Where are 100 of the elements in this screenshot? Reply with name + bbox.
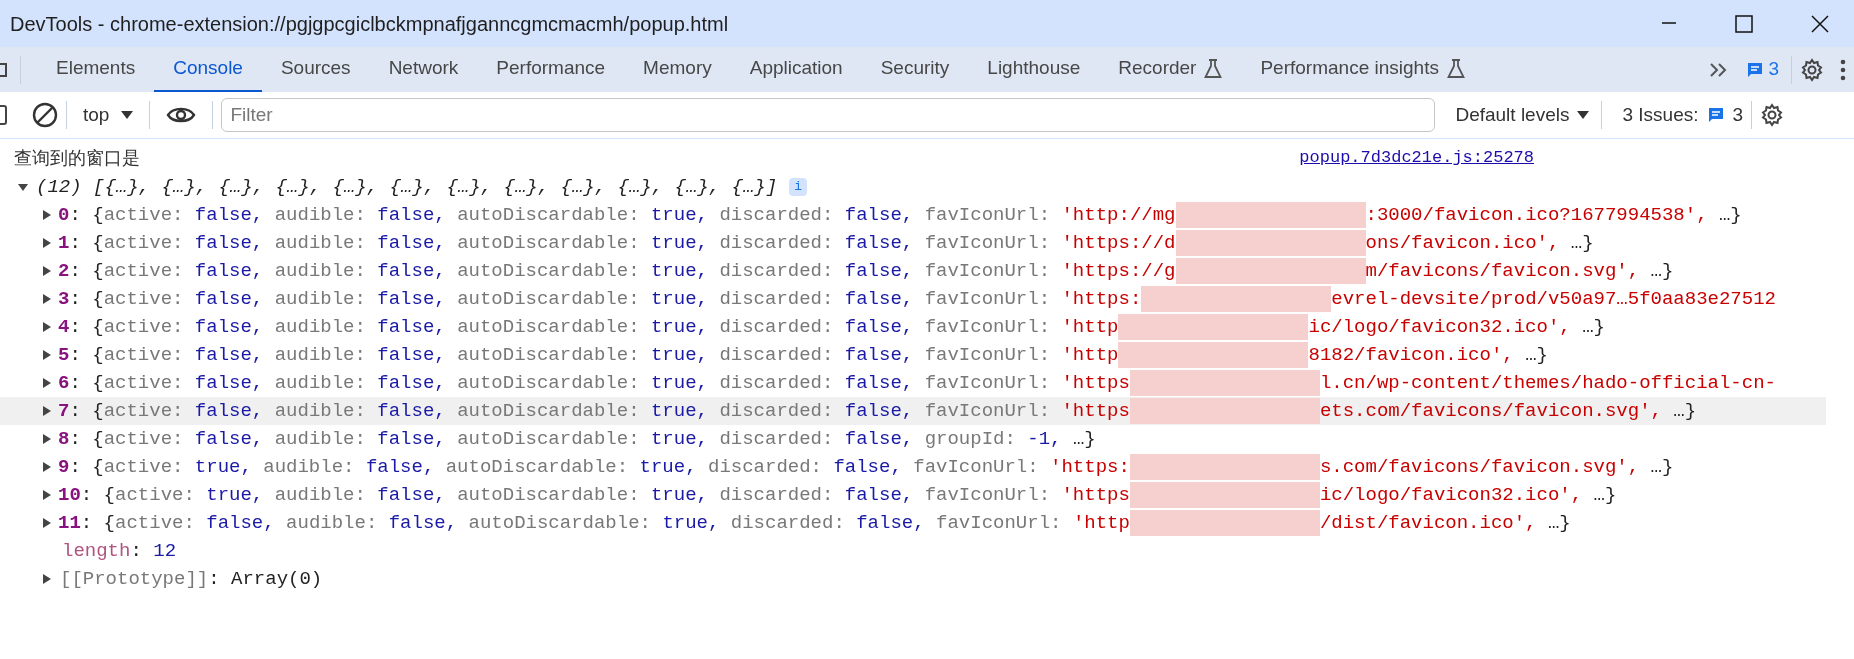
expand-arrow-icon[interactable] — [42, 350, 52, 360]
property-key: autoDiscardable: — [468, 509, 663, 537]
panel-tab[interactable]: Performance insights — [1241, 47, 1484, 92]
panel-tab[interactable]: Sources — [261, 47, 370, 92]
property-key: discarded: — [719, 201, 845, 229]
property-value: false, — [844, 203, 915, 228]
object-row[interactable]: 3: {active: false, audible: false, autoDiscardable: true, discarded: false, favIconUrl: 'https: evrel-devsite/prod/v50a97…5f0aa83e27512 — [0, 285, 1854, 313]
property-value: 'https — [1061, 399, 1130, 424]
property-key: audible: — [274, 201, 378, 229]
log-levels-dropdown[interactable]: Default levels — [1451, 100, 1594, 130]
object-row[interactable]: 9: {active: true, audible: false, autoDiscardable: true, discarded: false, favIconUrl: 'https: s.com/favicons/favicon.svg', …} — [0, 453, 1854, 481]
property-value: true, — [650, 343, 709, 368]
expand-arrow-icon[interactable] — [42, 238, 52, 248]
property-key: discarded: — [719, 229, 845, 257]
property-value: 'http://mg — [1061, 203, 1176, 228]
expand-arrow-icon[interactable] — [42, 518, 52, 528]
property-key: audible: — [274, 425, 378, 453]
property-value: false, — [844, 343, 915, 368]
object-row[interactable]: 5: {active: false, audible: false, autoDiscardable: true, discarded: false, favIconUrl: 'http 8182/favicon.ico', …} — [0, 341, 1854, 369]
object-row[interactable]: 2: {active: false, audible: false, autoDiscardable: true, discarded: false, favIconUrl: 'https://g m/favicons/favicon.svg', …} — [0, 257, 1854, 285]
property-key: favIconUrl: — [924, 285, 1062, 313]
panel-tab[interactable]: Network — [369, 47, 478, 92]
filter-field[interactable]: Filter — [221, 98, 1436, 132]
object-row[interactable]: 8: {active: false, audible: false, autoDiscardable: true, discarded: false, groupId: -1, …} — [0, 425, 1854, 453]
punctuation: : { — [69, 287, 104, 312]
issues-button[interactable]: 3 Issues: 3 — [1622, 100, 1744, 130]
expand-arrow-icon[interactable] — [42, 210, 52, 220]
object-row[interactable]: 0: {active: false, audible: false, autoDiscardable: true, discarded: false, favIconUrl: 'http://mg :3000/favicon.ico?1677994538', …} — [0, 201, 1854, 229]
punctuation: …} — [1072, 427, 1096, 452]
property-value: :3000/favicon.ico?1677994538', — [1365, 203, 1709, 228]
property-index: 1 — [58, 231, 70, 256]
expand-arrow-icon[interactable] — [42, 574, 52, 584]
object-row[interactable]: 7: {active: false, audible: false, autoDiscardable: true, discarded: false, favIconUrl: 'https ets.com/favicons/favicon.svg', …} — [0, 397, 1826, 425]
property-value: true, — [650, 259, 709, 284]
clear-icon[interactable] — [32, 102, 58, 128]
property-value: false, — [377, 203, 447, 228]
panel-tab[interactable]: Performance — [477, 47, 625, 92]
object-row[interactable]: 6: {active: false, audible: false, autoDiscardable: true, discarded: false, favIconUrl: 'https l.cn/wp-content/themes/hado-official-cn- — [0, 369, 1854, 397]
expand-arrow-icon[interactable] — [18, 182, 28, 192]
expand-arrow-icon[interactable] — [42, 462, 52, 472]
property-value: false, — [844, 483, 915, 508]
panel-tab[interactable]: Lighthouse — [968, 47, 1100, 92]
source-link[interactable]: popup.7d3dc21e.js:25278 — [1299, 144, 1534, 172]
panel-tab[interactable]: Application — [730, 47, 862, 92]
object-row[interactable]: 1: {active: false, audible: false, autoDiscardable: true, discarded: false, favIconUrl: 'https://d ons/favicon.ico', …} — [0, 229, 1854, 257]
property-value: true, — [650, 203, 709, 228]
expand-arrow-icon[interactable] — [42, 322, 52, 332]
settings-icon[interactable] — [1800, 57, 1824, 82]
property-key: autoDiscardable: — [457, 397, 651, 425]
sidebar-toggle-icon[interactable] — [0, 103, 8, 127]
punctuation: : { — [80, 483, 116, 508]
info-badge[interactable]: i — [789, 178, 807, 196]
property-value: true, — [650, 427, 709, 452]
object-row[interactable]: 10: {active: true, audible: false, autoDiscardable: true, discarded: false, favIconUrl: 'https ic/logo/favicon32.ico', …} — [0, 481, 1854, 509]
property-value: m/favicons/favicon.svg', — [1365, 259, 1641, 284]
settings-icon[interactable] — [1760, 103, 1785, 127]
punctuation: : { — [69, 203, 104, 228]
expand-arrow-icon[interactable] — [42, 406, 52, 416]
expand-arrow-icon[interactable] — [42, 294, 52, 304]
expand-arrow-icon[interactable] — [42, 490, 52, 500]
property-key: discarded: — [719, 369, 845, 397]
property-key: discarded: — [719, 285, 845, 313]
property-key: discarded: — [719, 341, 845, 369]
property-value: false, — [377, 287, 447, 312]
panel-tab[interactable]: Elements — [37, 47, 155, 92]
property-key: autoDiscardable: — [457, 313, 651, 341]
property-key: autoDiscardable: — [457, 285, 651, 313]
property-key: favIconUrl: — [924, 229, 1062, 257]
property-value: true, — [650, 399, 709, 424]
property-index: 6 — [58, 371, 70, 396]
context-selector[interactable]: top — [75, 100, 142, 130]
flask-icon — [1204, 58, 1223, 79]
expand-arrow-icon[interactable] — [42, 434, 52, 444]
property-value: Array(0) — [231, 567, 323, 592]
property-key: active: — [103, 285, 195, 313]
property-key: active: — [103, 369, 195, 397]
panel-tab[interactable]: Security — [861, 47, 969, 92]
property-key: autoDiscardable: — [457, 341, 651, 369]
property-value: false, — [377, 371, 447, 396]
expand-arrow-icon[interactable] — [42, 378, 52, 388]
panel-tab[interactable]: Memory — [624, 47, 731, 92]
property-key: favIconUrl: — [924, 341, 1062, 369]
property-key: favIconUrl: — [924, 257, 1062, 285]
object-row[interactable]: 4: {active: false, audible: false, autoDiscardable: true, discarded: false, favIconUrl: 'http ic/logo/favicon32.ico', …} — [0, 313, 1854, 341]
property-key: active: — [103, 201, 195, 229]
property-value: false, — [206, 511, 276, 536]
punctuation: : { — [69, 259, 104, 284]
panel-tab[interactable]: Console — [154, 47, 262, 92]
array-summary[interactable]: (12) [{…}, {…}, {…}, {…}, {…}, {…}, {…}, {…}, {…}, {…}, {…}, {…}] — [36, 173, 778, 201]
object-row[interactable]: 11: {active: false, audible: false, autoDiscardable: true, discarded: false, favIconUrl: 'http /dist/favicon.ico', …} — [0, 509, 1854, 537]
property-value: false, — [194, 343, 265, 368]
property-key: audible: — [263, 453, 366, 481]
property-value: false, — [388, 511, 459, 536]
property-value: true, — [650, 315, 709, 340]
property-value: false, — [844, 287, 915, 312]
property-key: groupId: — [924, 425, 1028, 453]
issues-counter[interactable]: 3 — [1742, 55, 1783, 84]
more-options-icon[interactable] — [1840, 58, 1846, 81]
expand-arrow-icon[interactable] — [42, 266, 52, 276]
panel-tab[interactable]: Recorder — [1099, 47, 1242, 92]
